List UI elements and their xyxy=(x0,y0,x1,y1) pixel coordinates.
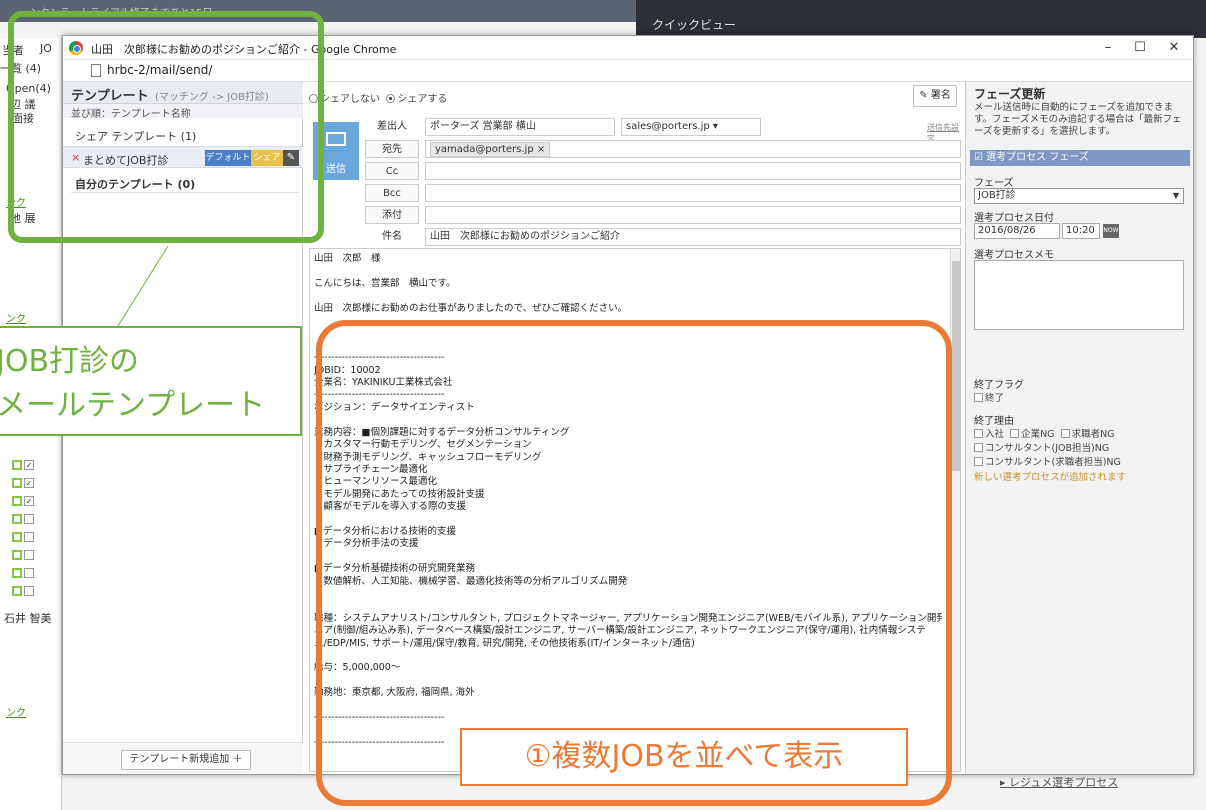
end-flag-label: 終了フラグ xyxy=(974,380,1024,391)
now-button[interactable]: NOW xyxy=(1103,224,1119,238)
from-row: 差出人 ポーターズ 営業部 横山 sales@porters.jp ▾ 送信先設… xyxy=(365,118,961,143)
chevron-down-icon: ▼ xyxy=(1172,191,1179,200)
bg-checkbox-row[interactable]: ✓ xyxy=(12,478,36,489)
to-row: 宛先 yamada@porters.jp × xyxy=(365,140,961,158)
job-list-callout: ①複数JOBを並べて表示 xyxy=(460,728,908,786)
scrollbar-thumb[interactable] xyxy=(952,261,960,471)
reason-consultant-candidate[interactable]: コンサルタント(求職者担当)NG xyxy=(974,454,1121,468)
share-no-label[interactable]: シェアしない xyxy=(320,94,380,105)
reason-consultant-job-label: コンサルタント(JOB担当)NG xyxy=(985,443,1110,454)
template-footer: テンプレート新規追加 ＋ xyxy=(63,742,303,774)
close-button[interactable]: ✕ xyxy=(1159,38,1189,58)
memo-label: 選考プロセスメモ xyxy=(974,250,1054,261)
date-label: 選考プロセス日付 xyxy=(974,213,1054,224)
memo-textarea[interactable] xyxy=(974,260,1184,330)
bg-list-label: 石井 智美 xyxy=(4,612,52,625)
bg-list-link[interactable]: ンク xyxy=(6,310,26,325)
callout-text-line2: メールテンプレート xyxy=(0,388,266,423)
bcc-button[interactable]: Bcc xyxy=(365,184,419,202)
signature-button[interactable]: ✎ 署名 xyxy=(913,85,957,107)
checkbox[interactable] xyxy=(1060,429,1070,438)
subject-row: 件名 山田 次郎様にお勧めのポジションご紹介 xyxy=(365,228,961,246)
date-input[interactable]: 2016/08/26 xyxy=(974,223,1060,239)
subject-field[interactable]: 山田 次郎様にお勧めのポジションご紹介 xyxy=(425,228,961,246)
bg-checkbox-row[interactable]: ✓ xyxy=(12,460,36,471)
reason-company-ng-label: 企業NG xyxy=(1021,429,1055,440)
end-reason-options: 入社 企業NG 求職者NG xyxy=(974,426,1115,440)
phase-update-panel: フェーズ更新 メール送信時に自動的にフェーズを追加できます。フェーズメモのみ追記… xyxy=(965,82,1193,774)
attach-row: 添付 xyxy=(365,206,961,224)
callout-text-line1: JOB打診の xyxy=(0,344,140,379)
checkbox[interactable] xyxy=(974,443,983,452)
attach-button[interactable]: 添付 xyxy=(365,206,419,224)
from-label: 差出人 xyxy=(377,121,407,132)
maximize-button[interactable]: ☐ xyxy=(1125,38,1155,58)
new-process-note: 新しい選考プロセスが追加されます xyxy=(974,472,1127,483)
phase-label: フェーズ xyxy=(974,178,1014,189)
subject-label: 件名 xyxy=(382,231,402,242)
bg-checkbox-row[interactable] xyxy=(12,568,36,579)
to-button[interactable]: 宛先 xyxy=(365,140,419,158)
checkbox[interactable] xyxy=(974,393,983,402)
reason-candidate-ng-label: 求職者NG xyxy=(1071,429,1115,440)
checkbox[interactable] xyxy=(974,429,983,438)
phase-description: メール送信時に自動的にフェーズを追加できます。フェーズメモのみ追記する場合は「最… xyxy=(974,102,1182,137)
bg-checkbox-row[interactable]: ✓ xyxy=(12,496,36,507)
bg-list-link[interactable]: ンク xyxy=(6,704,26,719)
checkbox[interactable] xyxy=(974,457,983,466)
share-options: シェアしない シェアする xyxy=(309,90,447,105)
quickview-title: クイックビュー xyxy=(652,18,737,32)
share-yes-radio[interactable] xyxy=(386,94,396,103)
phase-title: フェーズ更新 xyxy=(974,87,1046,101)
envelope-icon xyxy=(326,132,346,146)
recipient-chip[interactable]: yamada@porters.jp × xyxy=(430,142,551,157)
cc-button[interactable]: Cc xyxy=(365,162,419,180)
minimize-button[interactable]: – xyxy=(1093,38,1123,58)
reason-join-label: 入社 xyxy=(985,429,1005,440)
checkbox[interactable] xyxy=(1010,429,1020,438)
bg-checkbox-row[interactable] xyxy=(12,586,36,597)
from-email-select[interactable]: sales@porters.jp ▾ xyxy=(621,118,761,136)
attach-field[interactable] xyxy=(425,206,961,224)
selection-phase-checkbox[interactable]: ☑ 選考プロセス フェーズ xyxy=(970,150,1190,166)
resume-process-link[interactable]: ▸ レジュメ選考プロセス xyxy=(1000,774,1118,790)
share-yes-label[interactable]: シェアする xyxy=(397,94,447,105)
time-input[interactable]: 10:20 xyxy=(1062,223,1100,239)
to-field[interactable]: yamada@porters.jp × xyxy=(425,140,961,158)
cc-row: Cc xyxy=(365,162,961,180)
phase-select-value: JOB打診 xyxy=(978,190,1016,201)
bcc-row: Bcc xyxy=(365,184,961,202)
phase-select[interactable]: JOB打診 ▼ xyxy=(974,188,1184,204)
bcc-field[interactable] xyxy=(425,184,961,202)
end-flag-option-label: 終了 xyxy=(985,393,1005,404)
from-field[interactable]: ポーターズ 営業部 横山 xyxy=(425,118,615,136)
cc-field[interactable] xyxy=(425,162,961,180)
reason-consultant-candidate-label: コンサルタント(求職者担当)NG xyxy=(985,457,1121,468)
end-flag-option[interactable]: 終了 xyxy=(974,390,1004,404)
signature-label: 署名 xyxy=(930,90,951,101)
bg-checkbox-row[interactable] xyxy=(12,532,36,543)
bg-checkbox-row[interactable] xyxy=(12,550,36,561)
add-template-button[interactable]: テンプレート新規追加 ＋ xyxy=(121,750,251,770)
template-highlight-frame xyxy=(8,11,324,243)
bg-checkbox-row[interactable] xyxy=(12,514,36,525)
end-reason-label: 終了理由 xyxy=(974,416,1014,427)
reason-consultant-job[interactable]: コンサルタント(JOB担当)NG xyxy=(974,440,1109,454)
template-callout: JOB打診の メールテンプレート xyxy=(0,326,302,436)
